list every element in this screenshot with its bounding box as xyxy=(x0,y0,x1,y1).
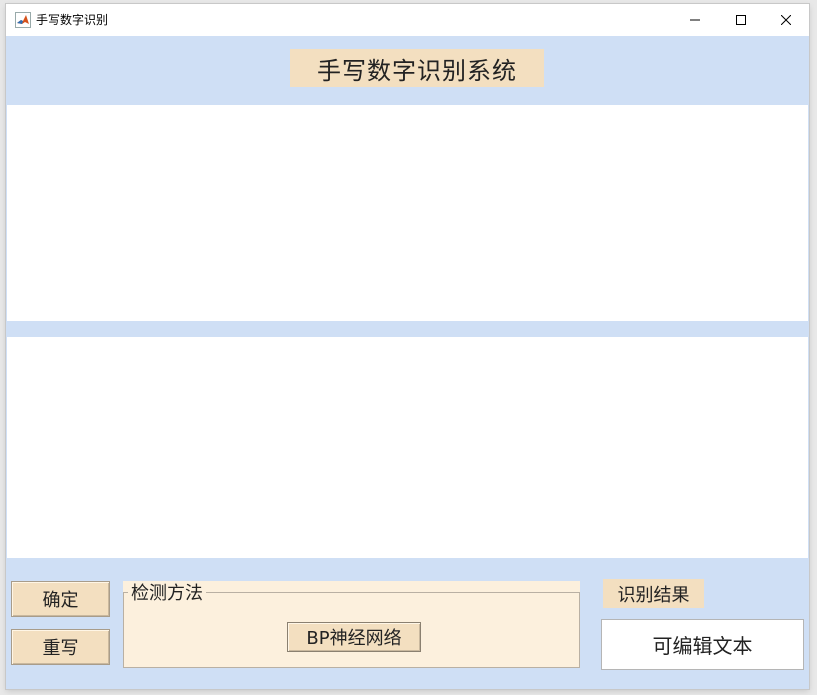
drawing-canvas[interactable] xyxy=(7,105,808,321)
maximize-button[interactable] xyxy=(718,4,764,36)
window-title: 手写数字识别 xyxy=(36,13,109,27)
matlab-logo-icon xyxy=(15,12,31,28)
panel-title: 检测方法 xyxy=(128,583,206,605)
app-window: 手写数字识别 手写数字识别系统 确定 重写 检测方法 BP神经网络 识别结果 可… xyxy=(6,4,809,689)
minimize-button[interactable] xyxy=(672,4,718,36)
system-title-label: 手写数字识别系统 xyxy=(290,49,544,87)
result-text-field[interactable]: 可编辑文本 xyxy=(601,619,804,670)
rewrite-button[interactable]: 重写 xyxy=(11,629,110,665)
confirm-button[interactable]: 确定 xyxy=(11,581,110,617)
preview-axes xyxy=(7,337,808,558)
minimize-icon xyxy=(690,19,700,21)
title-bar: 手写数字识别 xyxy=(6,4,809,36)
detection-method-panel: 检测方法 BP神经网络 xyxy=(123,581,580,668)
maximize-icon xyxy=(736,15,746,25)
close-icon xyxy=(781,15,791,25)
close-button[interactable] xyxy=(763,4,809,36)
result-label: 识别结果 xyxy=(603,579,704,608)
bp-network-button[interactable]: BP神经网络 xyxy=(287,622,421,652)
